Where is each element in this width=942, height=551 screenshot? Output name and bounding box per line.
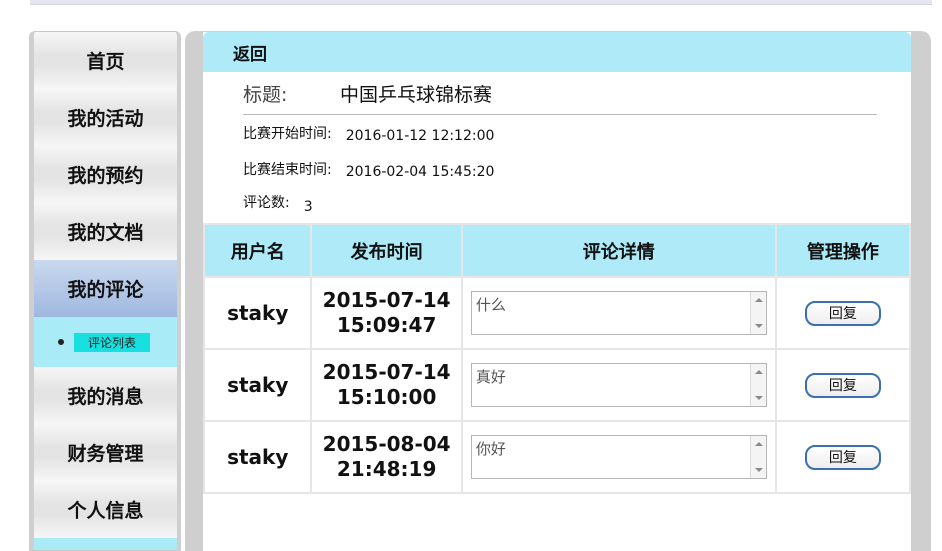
publish-date: 2015-07-14 xyxy=(322,360,451,384)
table-row: staky 2015-08-04 21:48:19 你好 回复 xyxy=(203,420,911,494)
table-header-row: 用户名 发布时间 评论详情 管理操作 xyxy=(203,223,911,278)
top-bar xyxy=(30,0,932,5)
comments-table: 用户名 发布时间 评论详情 管理操作 staky 2015-07-14 15:09… xyxy=(203,223,911,494)
cell-username: staky xyxy=(203,348,313,422)
cell-username: staky xyxy=(203,276,313,350)
publish-date: 2015-07-14 xyxy=(322,288,451,312)
comment-count-row: 评论数: 3 xyxy=(243,187,911,217)
nav-my-messages[interactable]: 我的消息 xyxy=(34,367,177,424)
publish-date: 2015-08-04 xyxy=(322,432,451,456)
cell-manage: 回复 xyxy=(774,348,911,422)
comment-text: 什么 xyxy=(475,296,506,314)
cell-publish-time: 2015-07-14 15:09:47 xyxy=(310,276,463,350)
cell-publish-time: 2015-08-04 21:48:19 xyxy=(310,420,463,494)
start-time-value: 2016-01-12 12:12:00 xyxy=(345,128,495,144)
cell-comment-detail: 真好 xyxy=(460,348,777,422)
scroll-down-icon[interactable] xyxy=(754,396,763,400)
comment-textarea[interactable]: 什么 xyxy=(470,291,767,335)
comment-textarea[interactable]: 真好 xyxy=(470,363,767,407)
nav-finance[interactable]: 财务管理 xyxy=(34,424,177,481)
reply-button[interactable]: 回复 xyxy=(804,372,881,398)
nav-my-documents[interactable]: 我的文档 xyxy=(34,203,177,260)
cell-publish-time: 2015-07-14 15:10:00 xyxy=(310,348,463,422)
scrollbar[interactable] xyxy=(749,436,766,478)
nav-my-activities[interactable]: 我的活动 xyxy=(34,89,177,146)
back-link[interactable]: 返回 xyxy=(233,40,267,65)
comment-text: 真好 xyxy=(475,368,506,386)
cell-comment-detail: 什么 xyxy=(460,276,777,350)
header-comment-detail: 评论详情 xyxy=(460,223,777,278)
end-time-label: 比赛结束时间: xyxy=(243,162,332,178)
cell-manage: 回复 xyxy=(774,420,911,494)
cell-manage: 回复 xyxy=(774,276,911,350)
scrollbar[interactable] xyxy=(749,292,766,334)
nav-my-reservations[interactable]: 我的预约 xyxy=(34,146,177,203)
publish-clock: 21:48:19 xyxy=(336,457,437,481)
scroll-up-icon[interactable] xyxy=(754,298,763,302)
start-time-row: 比赛开始时间: 2016-01-12 12:12:00 xyxy=(243,115,911,151)
scrollbar[interactable] xyxy=(749,364,766,406)
table-row: staky 2015-07-14 15:09:47 什么 回复 xyxy=(203,276,911,350)
header-publish-time: 发布时间 xyxy=(310,223,463,278)
title-value: 中国乒乓球锦标赛 xyxy=(340,83,493,106)
publish-clock: 15:09:47 xyxy=(336,313,437,337)
back-bar: 返回 xyxy=(203,32,911,72)
scroll-up-icon[interactable] xyxy=(754,442,763,446)
title-label: 标题: xyxy=(243,83,288,106)
nav-home[interactable]: 首页 xyxy=(34,32,177,89)
reply-button[interactable]: 回复 xyxy=(804,300,881,326)
comment-count-value: 3 xyxy=(303,199,313,215)
start-time-label: 比赛开始时间: xyxy=(243,126,332,142)
header-username: 用户名 xyxy=(203,223,313,278)
cell-username: staky xyxy=(203,420,313,494)
cell-comment-detail: 你好 xyxy=(460,420,777,494)
table-row: staky 2015-07-14 15:10:00 真好 回复 xyxy=(203,348,911,422)
scroll-up-icon[interactable] xyxy=(754,370,763,374)
scroll-down-icon[interactable] xyxy=(754,324,763,328)
sub-nav: 评论列表 xyxy=(34,317,177,367)
comment-text: 你好 xyxy=(475,440,506,458)
main-panel: 返回 标题: 中国乒乓球锦标赛 比赛开始时间: 2016-01-12 12:12… xyxy=(185,31,931,551)
comment-count-label: 评论数: xyxy=(243,195,290,211)
reply-button[interactable]: 回复 xyxy=(804,444,881,470)
comment-textarea[interactable]: 你好 xyxy=(470,435,767,479)
nav-my-comments[interactable]: 我的评论 xyxy=(34,260,177,317)
title-row: 标题: 中国乒乓球锦标赛 xyxy=(243,72,877,115)
sidebar: 首页 我的活动 我的预约 我的文档 我的评论 评论列表 我的消息 财务管理 个人… xyxy=(29,31,181,551)
header-manage: 管理操作 xyxy=(774,223,911,278)
scroll-down-icon[interactable] xyxy=(754,468,763,472)
end-time-row: 比赛结束时间: 2016-02-04 15:45:20 xyxy=(243,151,911,187)
end-time-value: 2016-02-04 15:45:20 xyxy=(345,164,495,180)
bullet-icon xyxy=(58,339,64,345)
publish-clock: 15:10:00 xyxy=(336,385,437,409)
sub-nav-comment-list[interactable]: 评论列表 xyxy=(74,332,151,352)
nav-profile[interactable]: 个人信息 xyxy=(34,481,177,538)
